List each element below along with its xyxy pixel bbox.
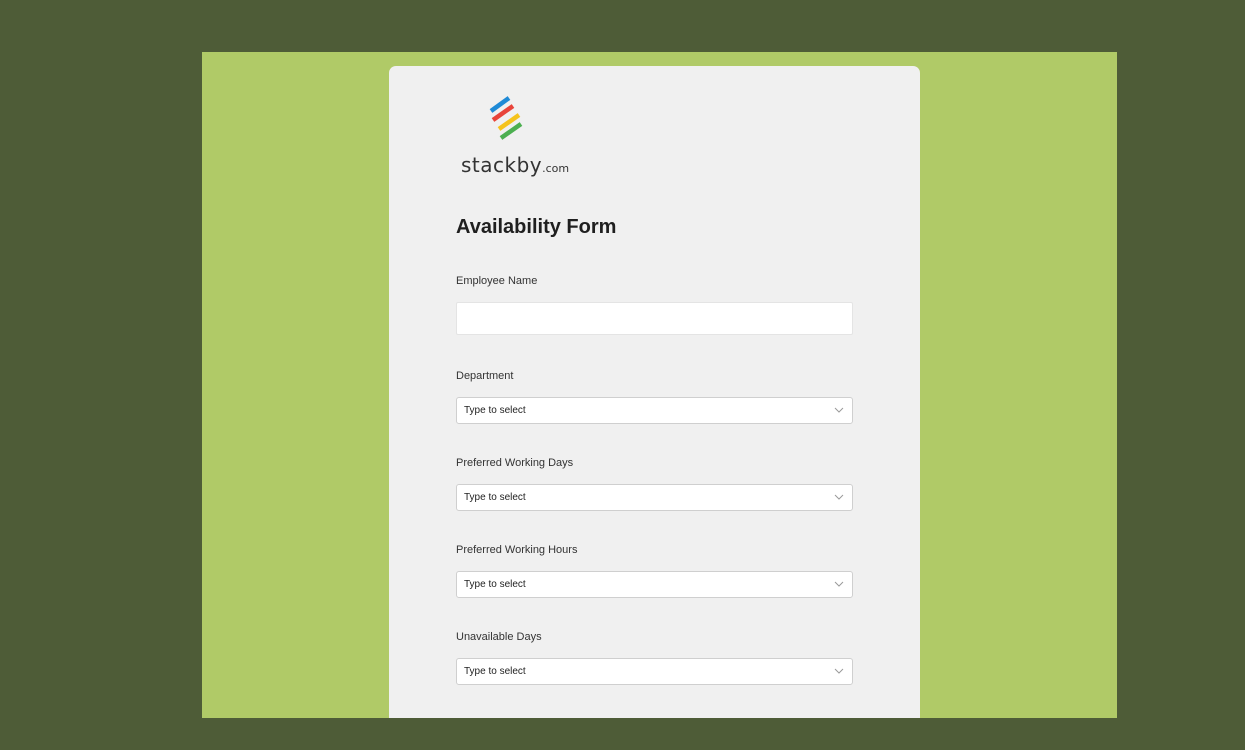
unavailable-days-select[interactable]: Type to select [456, 658, 853, 685]
chevron-down-icon [834, 494, 844, 500]
chevron-down-icon [834, 668, 844, 674]
department-select-placeholder: Type to select [464, 405, 526, 416]
employee-name-input[interactable] [456, 302, 853, 335]
chevron-down-icon [834, 407, 844, 413]
logo-wordmark: stackby.com [461, 153, 569, 177]
preferred-working-days-select[interactable]: Type to select [456, 484, 853, 511]
stackby-logo: stackby.com [459, 96, 569, 180]
stackby-logo-icon [489, 96, 523, 140]
department-label: Department [456, 370, 514, 382]
preferred-working-hours-select[interactable]: Type to select [456, 571, 853, 598]
form-frame: stackby.com Availability Form Employee N… [202, 52, 1117, 718]
preferred-working-days-select-placeholder: Type to select [464, 492, 526, 503]
department-select[interactable]: Type to select [456, 397, 853, 424]
form-title: Availability Form [456, 216, 617, 238]
logo-tld: .com [542, 162, 570, 175]
form-card: stackby.com Availability Form Employee N… [389, 66, 920, 718]
preferred-working-days-label: Preferred Working Days [456, 457, 574, 469]
preferred-working-hours-label: Preferred Working Hours [456, 544, 578, 556]
logo-name: stackby [461, 153, 543, 177]
chevron-down-icon [834, 581, 844, 587]
unavailable-days-select-placeholder: Type to select [464, 666, 526, 677]
unavailable-days-label: Unavailable Days [456, 631, 542, 643]
employee-name-label: Employee Name [456, 275, 538, 287]
preferred-working-hours-select-placeholder: Type to select [464, 579, 526, 590]
